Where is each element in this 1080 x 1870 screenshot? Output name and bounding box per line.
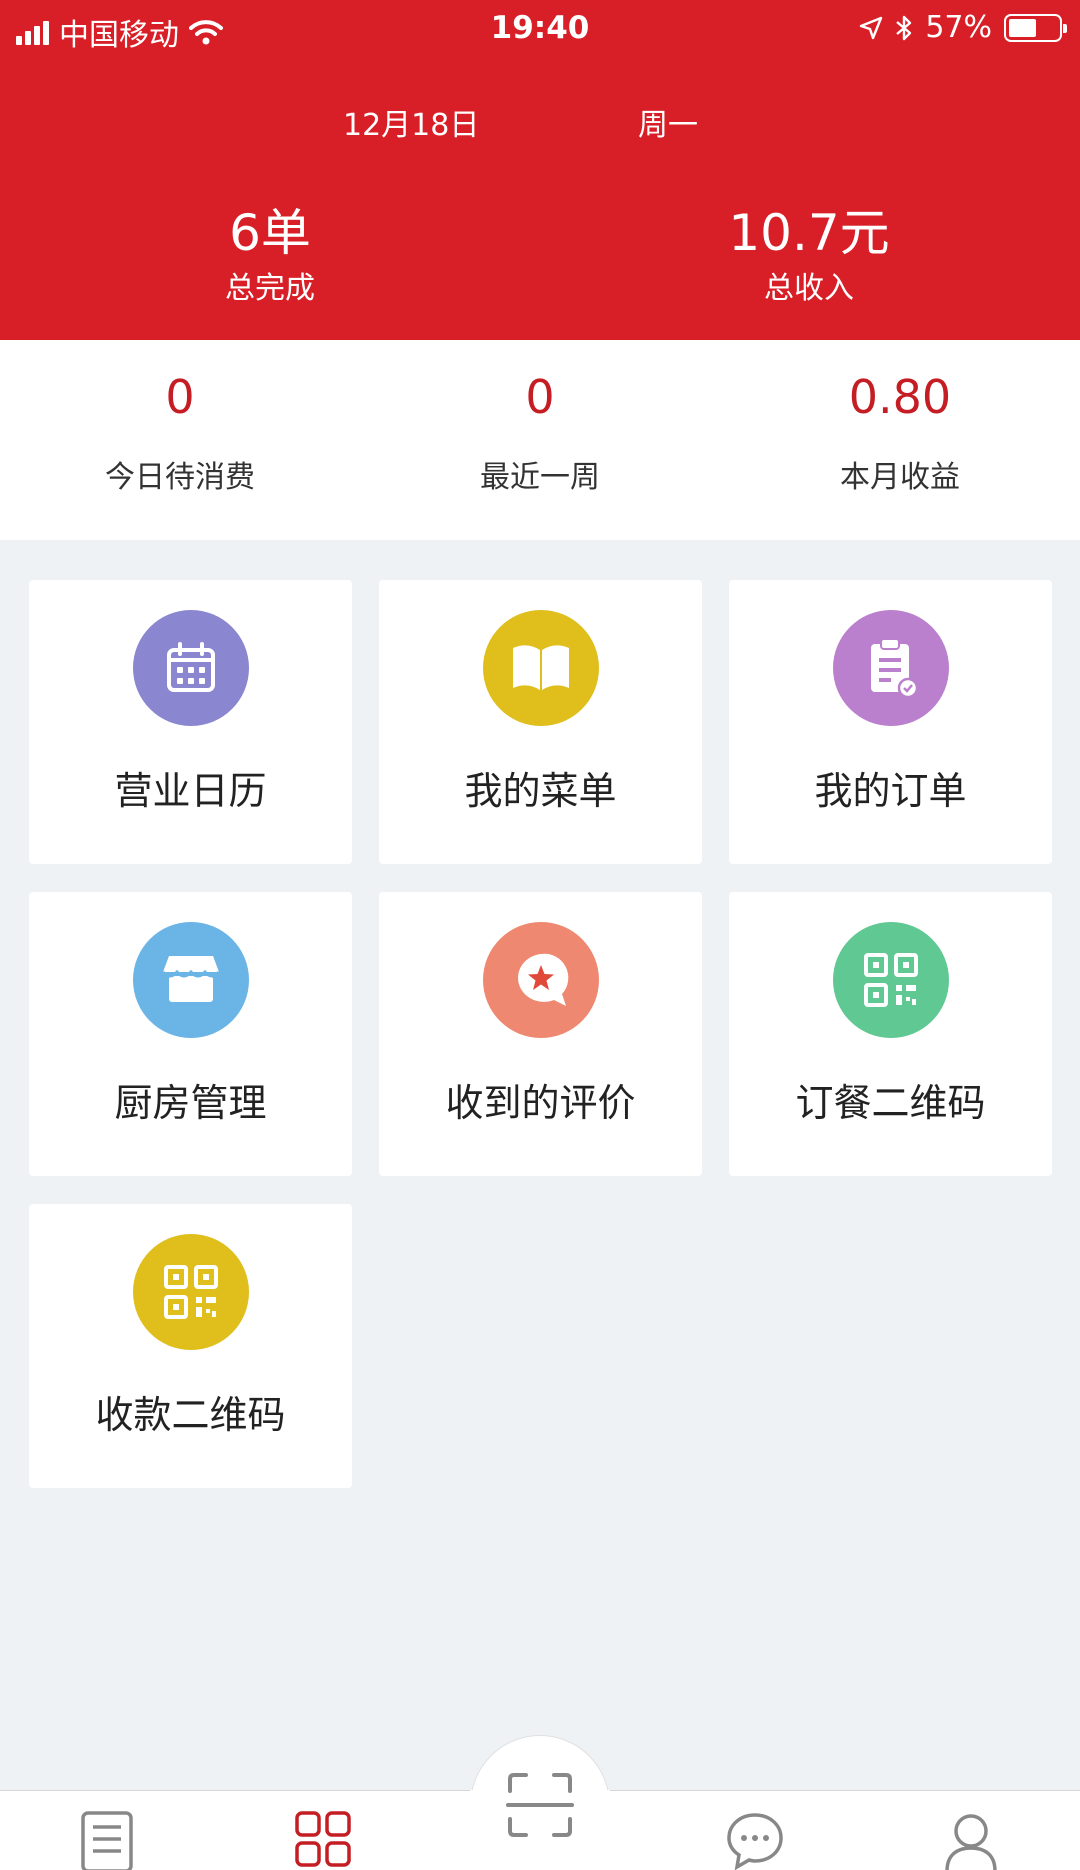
battery-percent: 57% [925,10,992,45]
card-label: 厨房管理 [114,1081,267,1125]
grid-icon [295,1811,351,1867]
review-icon [517,953,568,1006]
stat-label: 今日待消费 [105,460,255,495]
card-payment-qr-code[interactable]: 收款二维码 [29,1204,352,1488]
qr-code-icon [863,953,918,1007]
card-my-menu[interactable]: 我的菜单 [379,580,702,864]
status-bar: 中国移动 19:40 57% [0,0,1080,56]
book-icon [512,645,569,690]
card-my-orders[interactable]: 我的订单 [729,580,1052,864]
stat-month-earnings[interactable]: 0.80 本月收益 [720,340,1080,540]
chat-icon [727,1813,783,1870]
icon-circle [482,610,599,726]
card-label: 收到的评价 [445,1081,636,1125]
stat-value: 0 [525,370,555,424]
store-icon [161,956,220,1002]
battery-level [1009,18,1037,37]
location-arrow-icon [860,16,883,39]
list-icon [81,1811,133,1870]
icon-circle [132,922,249,1038]
header: 中国移动 19:40 57% 12月18日 周一 6单 总完成 10.7元 总收… [0,0,1080,340]
scan-button-face[interactable] [470,1735,610,1870]
qr-code-icon [163,1265,218,1319]
card-kitchen-management[interactable]: 厨房管理 [29,892,352,1176]
stat-pending-today[interactable]: 0 今日待消费 [0,340,360,540]
card-label: 我的订单 [814,769,967,813]
card-order-qr-code[interactable]: 订餐二维码 [729,892,1052,1176]
card-received-reviews[interactable]: 收到的评价 [379,892,702,1176]
tab-profile[interactable] [936,1809,1006,1870]
stat-value: 0 [165,370,195,424]
stat-label: 本月收益 [840,460,960,495]
icon-circle [832,610,949,726]
income-label: 总收入 [764,271,854,306]
scan-icon [506,1773,574,1837]
header-date: 12月18日 [343,108,480,143]
header-weekday: 周一 [638,108,698,143]
tab-workbench[interactable] [288,1809,358,1870]
card-label: 订餐二维码 [795,1081,986,1125]
stat-value: 0.80 [848,370,952,424]
clipboard-icon [870,638,918,699]
calendar-icon [166,642,215,692]
card-label: 收款二维码 [95,1393,286,1437]
stat-label: 最近一周 [480,460,600,495]
icon-circle [832,922,949,1038]
card-business-calendar[interactable]: 营业日历 [29,580,352,864]
income-value: 10.7元 [728,204,890,262]
card-label: 营业日历 [114,769,267,813]
user-icon [945,1814,997,1870]
bluetooth-icon [896,15,912,40]
summary-completed: 6单 总完成 [70,205,470,307]
card-label: 我的菜单 [464,769,617,813]
stat-recent-week[interactable]: 0 最近一周 [360,340,720,540]
stats-strip: 0 今日待消费 0 最近一周 0.80 本月收益 [0,340,1080,540]
tab-orders[interactable] [72,1809,142,1870]
status-right: 57% [859,10,1067,45]
completed-label: 总完成 [225,271,315,306]
tab-messages[interactable] [720,1809,790,1870]
icon-circle [132,610,249,726]
summary-income: 10.7元 总收入 [609,205,1009,307]
app-screen: 中国移动 19:40 57% 12月18日 周一 6单 总完成 10.7元 总收… [0,0,1080,1870]
icon-circle [482,922,599,1038]
completed-value: 6单 [229,204,311,262]
icon-circle [132,1234,249,1350]
battery-icon [1004,13,1067,42]
